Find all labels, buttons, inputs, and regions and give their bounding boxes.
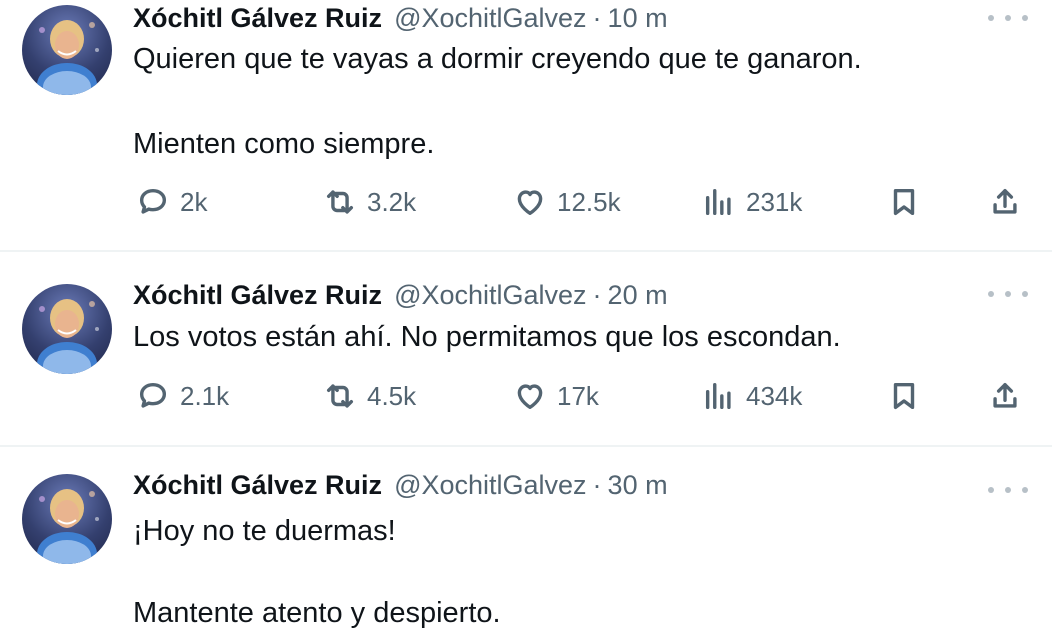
avatar[interactable] [22, 474, 112, 564]
timestamp[interactable]: 20 m [608, 280, 668, 311]
separator: · [592, 469, 602, 500]
like-button[interactable]: 17k [513, 376, 599, 416]
views-button[interactable]: 434k [702, 376, 802, 416]
reply-count: 2.1k [180, 380, 230, 411]
avatar[interactable] [22, 284, 112, 374]
tweet[interactable]: Xóchitl Gálvez Ruiz @XochitlGalvez · 20 … [0, 252, 1052, 447]
share-upload-icon [993, 382, 1017, 408]
repost-arrows-icon [326, 384, 354, 408]
bookmark-button[interactable] [887, 376, 921, 416]
tweet-actions: 2k 3.2k 12.5k 231k [0, 182, 1052, 222]
tweet-text-line: Quieren que te vayas a dormir creyendo q… [133, 43, 862, 75]
reply-button[interactable]: 2.1k [136, 376, 229, 416]
tweet-header: Xóchitl Gálvez Ruiz @XochitlGalvez · 20 … [133, 277, 668, 313]
author-handle[interactable]: @XochitlGalvez [394, 470, 586, 501]
separator: · [592, 279, 602, 310]
author-handle[interactable]: @XochitlGalvez [394, 3, 586, 34]
tweet[interactable]: Xóchitl Gálvez Ruiz @XochitlGalvez · 10 … [0, 0, 1052, 252]
timestamp[interactable]: 30 m [608, 470, 668, 501]
tweet-actions: 2.1k 4.5k 17k 434k [0, 376, 1052, 416]
reply-button[interactable]: 2k [136, 182, 207, 222]
share-button[interactable] [988, 182, 1022, 222]
author-name[interactable]: Xóchitl Gálvez Ruiz [133, 3, 382, 34]
repost-count: 4.5k [367, 380, 417, 411]
avatar[interactable] [22, 5, 112, 95]
timeline: Xóchitl Gálvez Ruiz @XochitlGalvez · 10 … [0, 0, 1052, 630]
more-dots-icon[interactable] [988, 480, 1028, 500]
separator: · [592, 2, 602, 33]
like-count: 12.5k [557, 186, 621, 217]
like-button[interactable]: 12.5k [513, 182, 621, 222]
bookmark-icon [893, 382, 915, 410]
more-dots-icon[interactable] [988, 8, 1028, 28]
reply-count: 2k [180, 186, 208, 217]
heart-icon [517, 384, 543, 410]
share-button[interactable] [988, 376, 1022, 416]
author-name[interactable]: Xóchitl Gálvez Ruiz [133, 470, 382, 501]
views-button[interactable]: 231k [702, 182, 802, 222]
tweet-header: Xóchitl Gálvez Ruiz @XochitlGalvez · 10 … [133, 0, 668, 36]
share-upload-icon [993, 188, 1017, 214]
like-count: 17k [557, 380, 599, 411]
tweet[interactable]: Xóchitl Gálvez Ruiz @XochitlGalvez · 30 … [0, 447, 1052, 630]
timestamp[interactable]: 10 m [608, 3, 668, 34]
speech-bubble-icon [139, 382, 167, 408]
repost-button[interactable]: 3.2k [323, 182, 416, 222]
more-dots-icon[interactable] [988, 284, 1028, 304]
author-handle[interactable]: @XochitlGalvez [394, 280, 586, 311]
repost-arrows-icon [326, 190, 354, 214]
repost-count: 3.2k [367, 186, 417, 217]
bookmark-button[interactable] [887, 182, 921, 222]
heart-icon [517, 190, 543, 216]
author-name[interactable]: Xóchitl Gálvez Ruiz [133, 280, 382, 311]
bar-chart-icon [705, 188, 731, 216]
tweet-text-line: Los votos están ahí. No permitamos que l… [133, 321, 841, 353]
repost-button[interactable]: 4.5k [323, 376, 416, 416]
bar-chart-icon [705, 382, 731, 410]
tweet-header: Xóchitl Gálvez Ruiz @XochitlGalvez · 30 … [133, 467, 668, 503]
bookmark-icon [893, 188, 915, 216]
views-count: 231k [746, 186, 803, 217]
tweet-text-line: Mienten como siempre. [133, 128, 435, 160]
views-count: 434k [746, 380, 803, 411]
speech-bubble-icon [139, 188, 167, 214]
tweet-text-line: Mantente atento y despierto. [133, 597, 501, 629]
tweet-text-line: ¡Hoy no te duermas! [133, 515, 396, 547]
